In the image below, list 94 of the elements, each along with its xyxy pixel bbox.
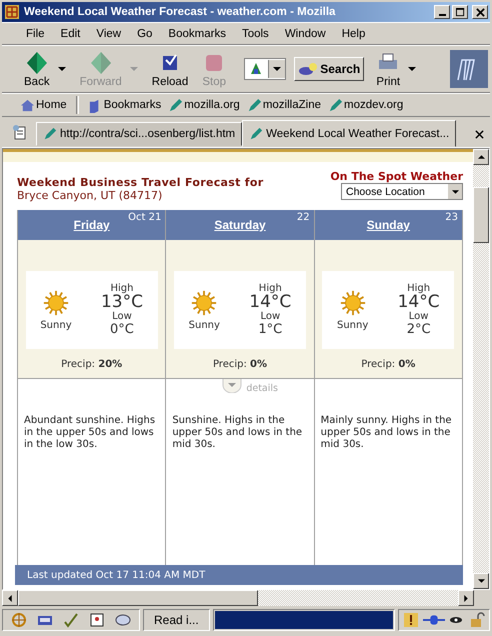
condition-label: Sunny [336, 320, 368, 331]
pen-icon [43, 127, 57, 141]
precipitation-text: Precip: 20% [61, 359, 122, 370]
close-tab-icon[interactable] [475, 130, 484, 139]
pen-icon [168, 98, 184, 112]
date-label: 22 [296, 212, 310, 223]
day-link[interactable]: Saturday [214, 218, 266, 232]
condition-label: Sunny [188, 320, 220, 331]
bookmark-button[interactable]: Bookmarks [86, 98, 164, 112]
scroll-thumb[interactable] [18, 590, 258, 606]
menu-item[interactable]: Edit [52, 28, 88, 40]
high-temperature: 14°C [398, 294, 440, 312]
bookmark-button[interactable]: mozillaZine [244, 98, 323, 112]
throbber-icon [450, 50, 488, 88]
window-title: Weekend Local Weather Forecast - weather.com - Mozilla [24, 6, 336, 18]
low-temperature: 1°C [258, 322, 282, 336]
forward-icon [88, 50, 113, 74]
low-temperature: 0°C [110, 322, 134, 336]
new-tab-icon[interactable] [12, 125, 28, 141]
bookmark-button[interactable]: mozdev.org [326, 98, 406, 112]
scroll-down-button[interactable] [473, 573, 489, 589]
pen-icon [249, 126, 264, 140]
search-engine-dropdown[interactable] [244, 58, 286, 80]
condition-label: Sunny [40, 320, 72, 331]
horizontal-scrollbar[interactable] [2, 590, 474, 606]
close-icon [476, 8, 484, 16]
precipitation-text: Precip: 0% [212, 359, 268, 370]
day-link[interactable]: Sunday [366, 218, 410, 232]
menu-item[interactable]: Go [129, 28, 160, 40]
search-button[interactable]: Search [294, 57, 364, 81]
precipitation-text: Precip: 0% [361, 359, 416, 370]
print-button[interactable]: Print [370, 48, 406, 90]
sun-icon [190, 289, 218, 317]
spot-weather-title: On The Spot Weather [330, 170, 463, 183]
menu-item[interactable]: Window [276, 28, 334, 40]
pen-icon [246, 98, 262, 112]
menu-item[interactable]: Bookmarks [160, 28, 234, 40]
status-text: Read i... [143, 609, 210, 631]
home-button[interactable]: Home [18, 98, 69, 112]
high-temperature: 13°C [100, 294, 143, 312]
location-text: Bryce Canyon, UT (84717) [17, 189, 164, 202]
scroll-left-button[interactable] [2, 590, 18, 606]
sun-icon [42, 289, 70, 317]
high-label: High [258, 284, 282, 294]
left-arrow-icon [8, 594, 12, 602]
forecast-description: Sunshine. Highs in the upper 50s and lows in the mid 30s. [172, 415, 304, 451]
back-button[interactable]: Back [18, 48, 56, 90]
menu-item[interactable]: View [88, 28, 130, 40]
right-arrow-icon [464, 594, 468, 602]
search-icon [298, 62, 318, 76]
dropdown-arrow-icon[interactable] [408, 67, 416, 71]
pen-icon [328, 98, 343, 112]
reload-button[interactable]: Reload [146, 48, 194, 90]
dropdown-arrow-icon [273, 67, 282, 71]
last-updated-text: Last updated Oct 17 11:04 AM MDT [27, 570, 206, 580]
house-icon [20, 98, 35, 112]
dropdown-arrow-icon[interactable] [58, 67, 66, 71]
browser-tab[interactable]: Weekend Local Weather Forecast... [242, 120, 456, 147]
date-label: Oct 21 [128, 212, 162, 223]
high-temperature: 14°C [249, 294, 292, 312]
low-label: Low [260, 312, 280, 323]
date-label: 23 [445, 212, 458, 223]
high-label: High [407, 284, 430, 294]
padlock-icon[interactable] [469, 612, 485, 628]
dropdown-arrow-icon [452, 190, 458, 194]
scroll-thumb[interactable] [473, 187, 489, 243]
app-icon [4, 4, 20, 20]
menu-item[interactable]: File [18, 28, 53, 40]
browser-tab[interactable]: http://contra/sci...osenberg/list.htm [36, 122, 242, 146]
forecast-heading: Weekend Business Travel Forecast for [17, 176, 264, 189]
forecast-description: Mainly sunny. Highs in the upper 50s and lows in the mid 30s. [320, 415, 453, 451]
low-label: Low [112, 312, 132, 323]
forecast-description: Abundant sunshine. Highs in the upper 50s and lows in the low 30s. [24, 415, 156, 451]
up-arrow-icon [478, 155, 484, 159]
scroll-up-button[interactable] [473, 149, 489, 165]
down-arrow-icon [478, 579, 484, 583]
minimize-icon [438, 14, 446, 16]
day-link[interactable]: Friday [74, 218, 110, 232]
location-select[interactable]: Choose Location [341, 183, 463, 200]
menu-item[interactable]: Tools [234, 28, 277, 40]
low-label: Low [408, 312, 428, 323]
sun-icon [338, 289, 367, 317]
back-icon [24, 50, 49, 74]
scroll-right-button[interactable] [458, 590, 474, 606]
minimize-button[interactable] [434, 5, 450, 19]
high-label: High [110, 284, 134, 294]
menu-item[interactable]: Help [334, 28, 374, 40]
maximize-button[interactable] [452, 5, 468, 19]
alert-icon[interactable] [403, 612, 419, 628]
low-temperature: 2°C [406, 322, 431, 336]
close-button[interactable] [472, 5, 488, 19]
bookmark-button[interactable]: mozilla.org [166, 98, 242, 112]
maximize-icon [456, 8, 464, 16]
vertical-scrollbar[interactable] [473, 149, 489, 589]
